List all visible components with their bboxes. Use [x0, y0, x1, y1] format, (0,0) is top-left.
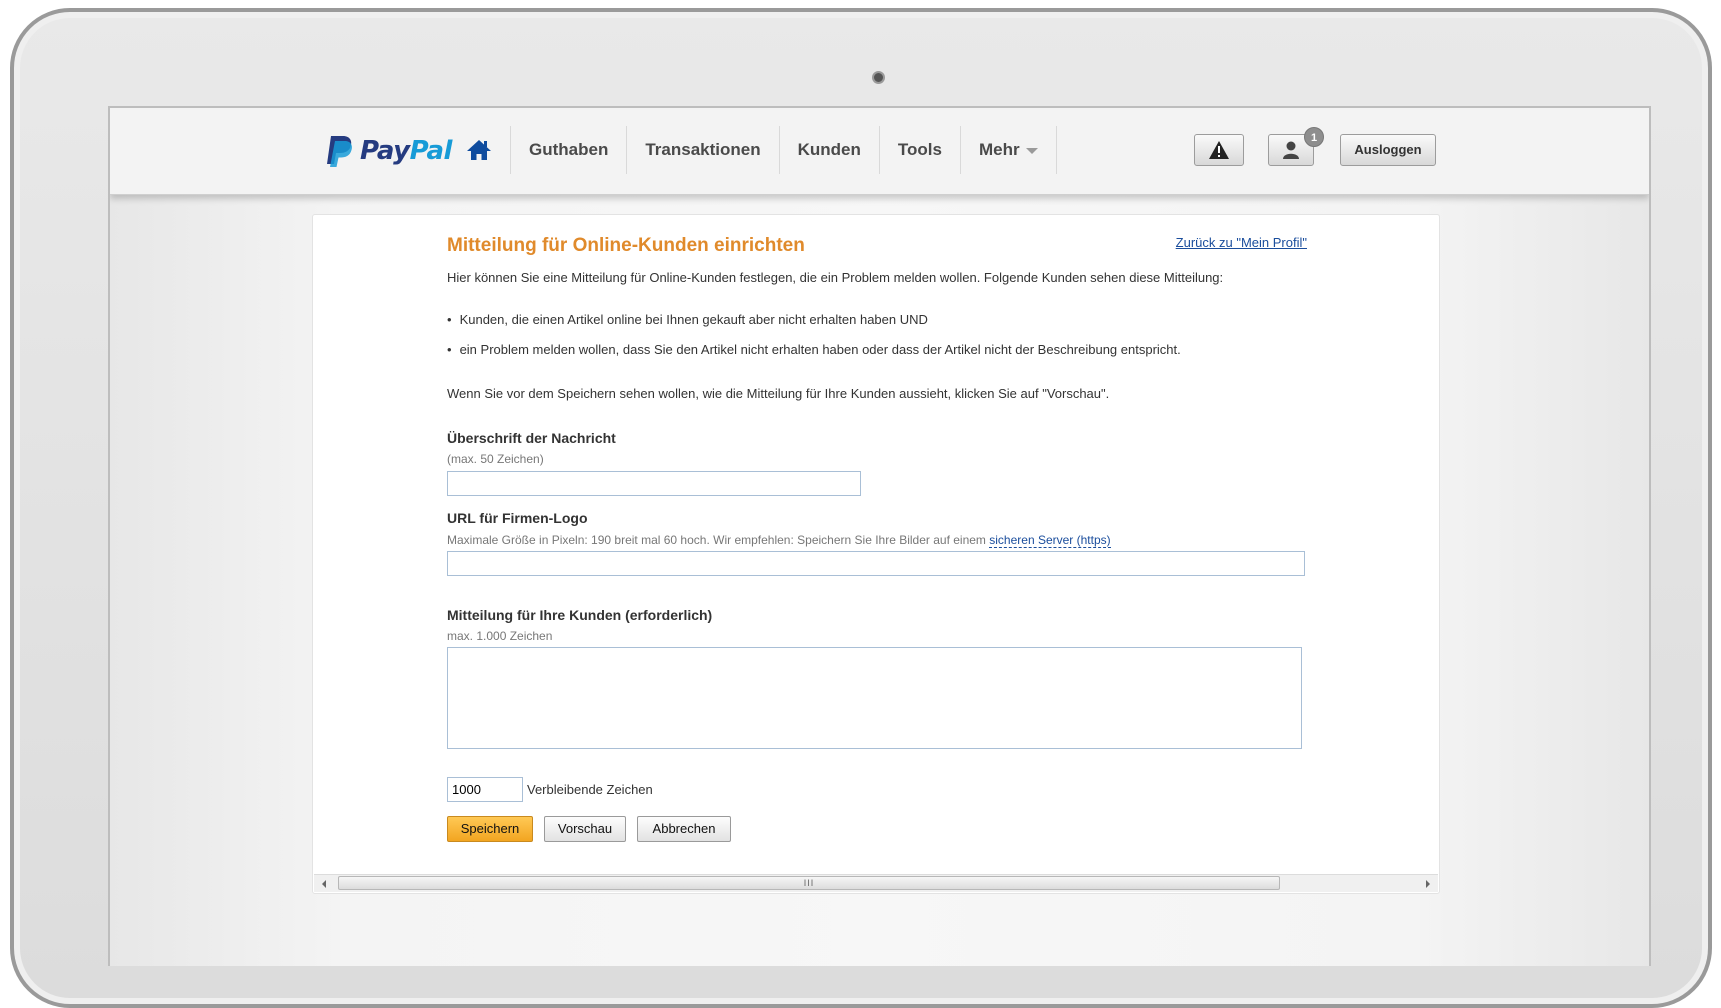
- main-nav: Guthaben Transaktionen Kunden Tools Mehr: [510, 126, 1057, 174]
- content-panel: Mitteilung für Online-Kunden einrichten …: [312, 214, 1440, 894]
- remaining-chars-field: [447, 777, 523, 802]
- message-hint: max. 1.000 Zeichen: [447, 629, 553, 643]
- paypal-p-icon: [327, 136, 352, 167]
- scrollbar-thumb[interactable]: III: [338, 876, 1280, 890]
- bullet-item: Kunden, die einen Artikel online bei Ihn…: [447, 312, 928, 327]
- alert-icon: [1209, 141, 1229, 159]
- paypal-logo[interactable]: PayPal: [324, 134, 452, 168]
- alert-button[interactable]: [1194, 134, 1244, 166]
- notification-badge: 1: [1304, 127, 1324, 147]
- home-icon[interactable]: [466, 138, 492, 162]
- logo-url-hint: Maximale Größe in Pixeln: 190 breit mal …: [447, 533, 1111, 548]
- laptop-frame: PayPal Guthaben Transaktionen Kunden Too…: [10, 8, 1712, 1008]
- preview-note: Wenn Sie vor dem Speichern sehen wollen,…: [447, 386, 1110, 401]
- scroll-left-icon[interactable]: [322, 880, 326, 888]
- nav-tools[interactable]: Tools: [878, 126, 960, 174]
- back-to-profile-link[interactable]: Zurück zu "Mein Profil": [1176, 235, 1307, 250]
- intro-text: Hier können Sie eine Mitteilung für Onli…: [447, 270, 1224, 285]
- save-button[interactable]: Speichern: [447, 816, 533, 842]
- preview-button[interactable]: Vorschau: [544, 816, 626, 842]
- logo-url-label: URL für Firmen-Logo: [447, 510, 588, 526]
- message-label: Mitteilung für Ihre Kunden (erforderlich…: [447, 607, 713, 623]
- nav-mehr[interactable]: Mehr: [959, 126, 1057, 174]
- heading-label: Überschrift der Nachricht: [447, 430, 616, 446]
- paypal-wordmark: PayPal: [360, 136, 452, 166]
- page-title: Mitteilung für Online-Kunden einrichten: [447, 235, 805, 256]
- heading-hint: (max. 50 Zeichen): [447, 452, 544, 466]
- logout-button[interactable]: Ausloggen: [1340, 134, 1436, 166]
- secure-server-link[interactable]: sicheren Server (https): [989, 533, 1111, 548]
- nav-guthaben[interactable]: Guthaben: [510, 126, 626, 174]
- logo-pal: Pal: [409, 136, 453, 166]
- cancel-button[interactable]: Abbrechen: [637, 816, 731, 842]
- heading-input[interactable]: [447, 471, 861, 496]
- horizontal-scrollbar[interactable]: III: [314, 874, 1438, 892]
- nav-mehr-label: Mehr: [978, 140, 1020, 159]
- logo-url-input[interactable]: [447, 551, 1305, 576]
- camera-icon: [872, 71, 885, 84]
- top-navigation-bar: PayPal Guthaben Transaktionen Kunden Too…: [110, 108, 1649, 195]
- logo-url-hint-text: Maximale Größe in Pixeln: 190 breit mal …: [447, 533, 986, 547]
- chevron-down-icon: [1025, 147, 1038, 154]
- message-textarea[interactable]: [447, 647, 1302, 749]
- browser-screen: PayPal Guthaben Transaktionen Kunden Too…: [108, 106, 1651, 966]
- remaining-chars-label: Verbleibende Zeichen: [527, 782, 653, 797]
- logo-pay: Pay: [360, 136, 410, 166]
- bullet-item: ein Problem melden wollen, dass Sie den …: [447, 342, 1181, 357]
- scroll-right-icon[interactable]: [1426, 880, 1430, 888]
- nav-kunden[interactable]: Kunden: [778, 126, 879, 174]
- nav-transaktionen[interactable]: Transaktionen: [626, 126, 778, 174]
